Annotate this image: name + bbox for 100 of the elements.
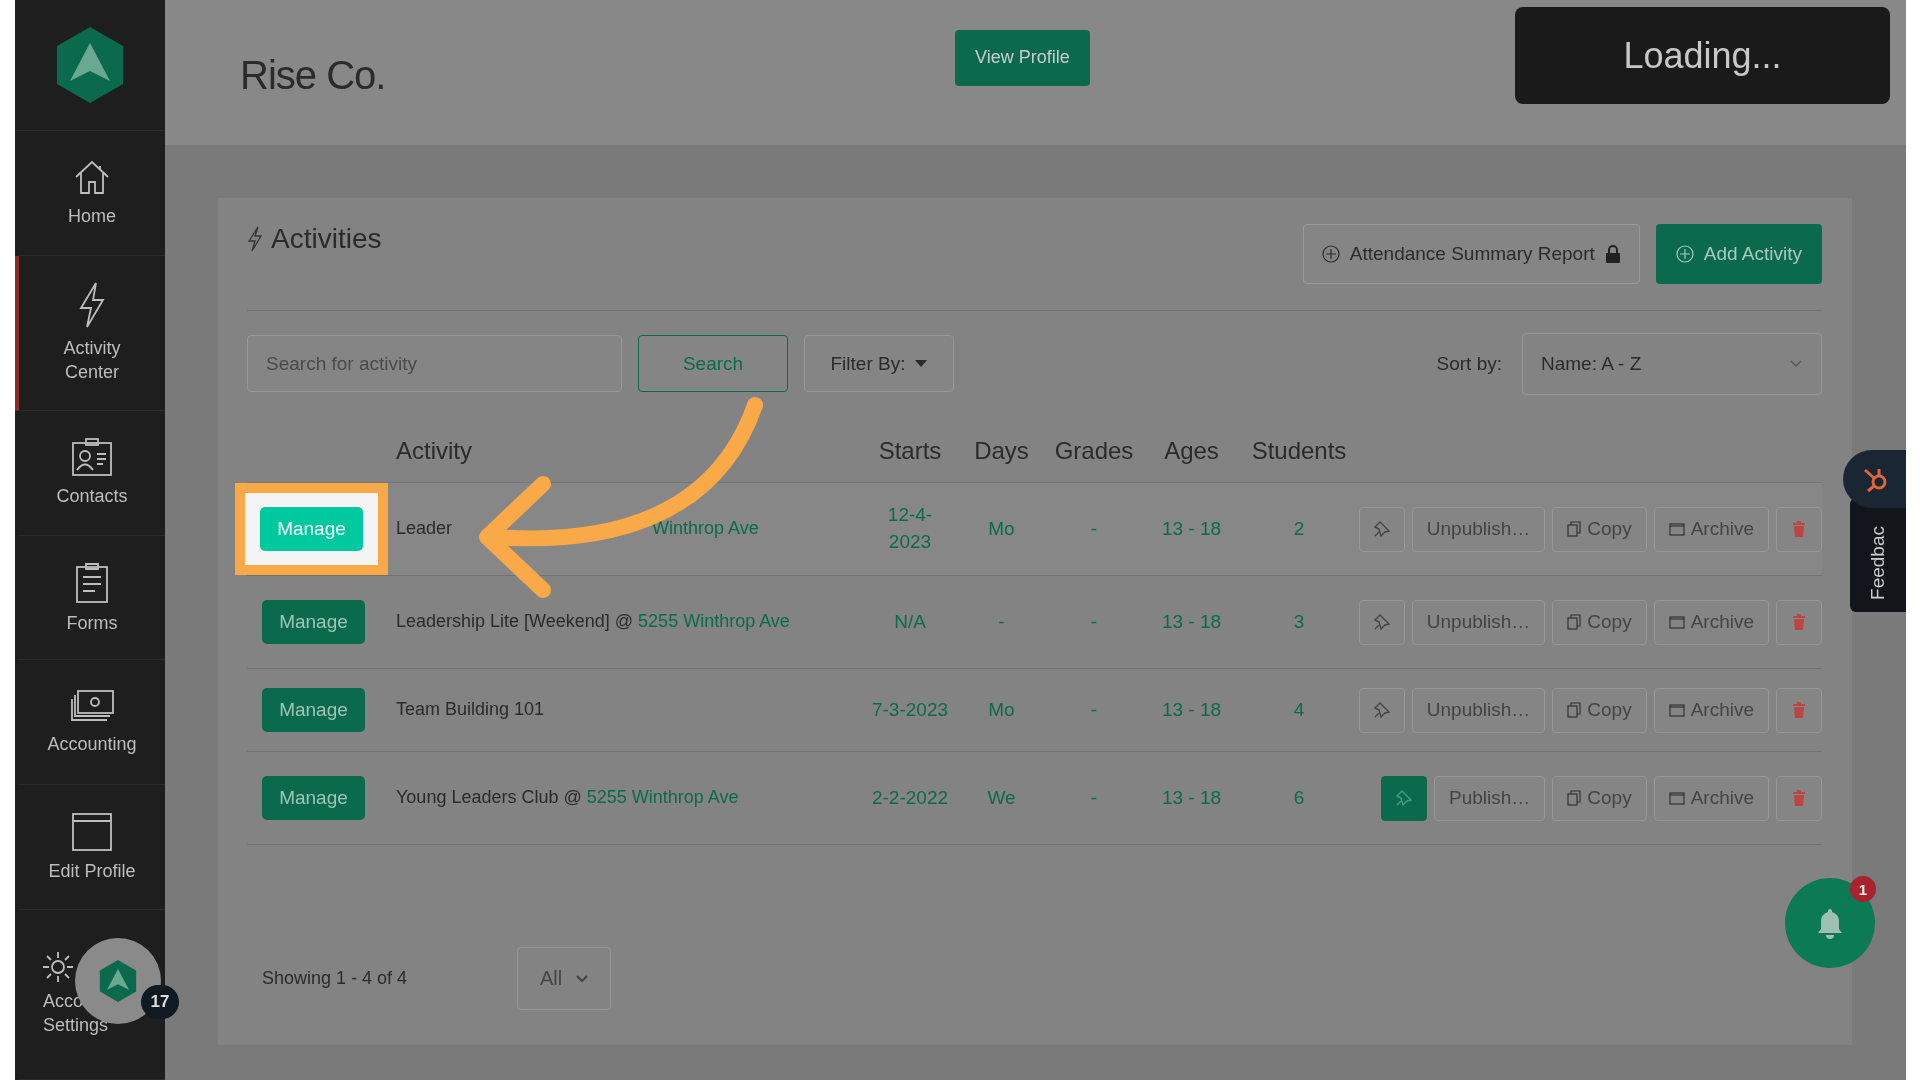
contact-card-icon <box>70 436 114 477</box>
location-link[interactable]: 5255 Winthrop Ave <box>586 787 739 808</box>
pin-button[interactable] <box>1358 687 1405 733</box>
pin-icon <box>1372 520 1391 538</box>
table-cell-text: - <box>1089 697 1099 722</box>
pin-button[interactable] <box>1380 775 1427 821</box>
pin-icon <box>1372 701 1391 719</box>
notification-badge: 1 <box>1850 876 1876 902</box>
publish-button[interactable]: Unpublish… <box>1411 506 1546 552</box>
publish-button[interactable]: Publish… <box>1433 775 1546 821</box>
filter-dropdown[interactable]: Filter By: <box>804 335 954 392</box>
table-cell-text: 2 <box>1292 516 1306 541</box>
copy-icon <box>1567 790 1582 806</box>
column-header: Students <box>1250 437 1348 465</box>
archive-button[interactable]: Archive <box>1653 506 1769 552</box>
copy-icon <box>1567 702 1582 718</box>
report-button[interactable]: Attendance Summary Report <box>1302 224 1640 284</box>
sort-dropdown[interactable]: Name: A - Z <box>1522 332 1822 395</box>
table-cell-text: 13 - 18 <box>1160 609 1223 634</box>
plus-circle-icon <box>1675 245 1694 263</box>
table-cell-text: Mo <box>987 697 1016 722</box>
folder-icon <box>1668 615 1685 629</box>
trash-icon <box>1792 702 1806 718</box>
manage-button[interactable]: Manage <box>262 600 365 644</box>
copy-button[interactable]: Copy <box>1552 599 1647 645</box>
copy-button[interactable]: Copy <box>1552 506 1647 552</box>
delete-button[interactable] <box>1776 775 1822 821</box>
company-name: Rise Co. <box>240 53 387 98</box>
sidebar-item[interactable]: Home <box>15 130 165 256</box>
table-cell-text: 2-2-2022 <box>870 785 950 810</box>
sidebar-item[interactable]: Contacts <box>15 410 165 536</box>
chat-badge: 17 <box>141 985 179 1019</box>
archive-button[interactable]: Archive <box>1653 687 1769 733</box>
sidebar-item[interactable]: Activity Center <box>15 255 165 411</box>
manage-button[interactable]: Manage <box>262 688 365 732</box>
table-cell-text: 4 <box>1292 697 1306 722</box>
activity-name: Leadership Lite [Weekend] @ 5255 Winthrop Ave <box>396 610 791 634</box>
lightning-icon <box>247 226 263 252</box>
table-cell-text: - <box>1089 516 1099 541</box>
view-profile-button[interactable]: View Profile <box>955 29 1090 86</box>
column-header: Activity <box>396 437 473 465</box>
table-cell-text: 7-3-2023 <box>870 697 950 722</box>
pagination-summary: Showing 1 - 4 of 4 <box>262 968 408 989</box>
pin-button[interactable] <box>1358 599 1405 645</box>
publish-button[interactable]: Unpublish… <box>1411 599 1546 645</box>
delete-button[interactable] <box>1776 599 1822 645</box>
pin-button[interactable] <box>1358 506 1405 552</box>
table-cell-text: 6 <box>1292 785 1306 810</box>
feedback-tab[interactable]: Feedbac <box>1850 498 1906 612</box>
table-cell-text: - <box>1089 609 1099 634</box>
manage-button[interactable]: Manage <box>262 776 365 820</box>
copy-button[interactable]: Copy <box>1552 775 1647 821</box>
chevron-icon <box>1789 359 1803 368</box>
add-activity-button[interactable]: Add Activity <box>1655 224 1822 284</box>
delete-button[interactable] <box>1776 506 1822 552</box>
table-cell-text: 13 - 18 <box>1160 516 1223 541</box>
table-cell-text: 13 - 18 <box>1160 697 1223 722</box>
folder-icon <box>1668 522 1685 536</box>
lock-icon <box>1604 245 1621 263</box>
location-link[interactable]: Winthrop Ave <box>652 518 759 539</box>
table-cell-text: 13 - 18 <box>1160 785 1223 810</box>
table-cell-text: We <box>986 785 1017 810</box>
sidebar-item[interactable]: Forms <box>15 535 165 661</box>
page-size-dropdown[interactable]: All <box>517 947 612 1010</box>
table-cell-text: 12-4-2023 <box>886 503 934 554</box>
copy-button[interactable]: Copy <box>1552 687 1647 733</box>
table-cell-text: 3 <box>1292 609 1306 634</box>
activity-name: Leader Winthrop Ave <box>396 517 760 541</box>
table-cell-text: - <box>997 609 1006 634</box>
location-link[interactable]: 5255 Winthrop Ave <box>638 611 790 632</box>
activity-name: Young Leaders Club @ 5255 Winthrop Ave <box>396 786 740 810</box>
copy-icon <box>1567 614 1582 630</box>
bell-icon <box>1815 907 1845 939</box>
column-header: Days <box>973 437 1030 465</box>
trash-icon <box>1792 790 1806 806</box>
manage-button[interactable]: Manage <box>260 507 363 551</box>
publish-button[interactable]: Unpublish… <box>1411 687 1546 733</box>
archive-button[interactable]: Archive <box>1653 775 1769 821</box>
folder-icon <box>1668 791 1685 805</box>
card-title: Activities <box>271 223 382 255</box>
table-cell-text: Mo <box>987 516 1016 541</box>
search-button[interactable]: Search <box>638 335 788 392</box>
delete-button[interactable] <box>1776 687 1822 733</box>
column-header: Starts <box>877 437 943 465</box>
loading-toast: Loading... <box>1515 7 1890 104</box>
search-field[interactable]: Search for activity <box>247 335 622 392</box>
table-cell-text: - <box>1089 785 1099 810</box>
chevron-icon <box>576 974 589 983</box>
column-header: Grades <box>1053 437 1135 465</box>
sort-label: Sort by: <box>1436 352 1502 375</box>
trash-icon <box>1792 521 1806 537</box>
trash-icon <box>1792 614 1806 630</box>
folder-icon <box>1668 703 1685 717</box>
copy-icon <box>1567 521 1582 537</box>
column-header: Ages <box>1163 437 1220 465</box>
sidebar-item[interactable]: Edit Profile <box>15 785 165 911</box>
archive-button[interactable]: Archive <box>1653 599 1769 645</box>
sidebar-item[interactable]: Accounting <box>15 660 165 786</box>
activity-name: Team Building 101 <box>396 698 546 722</box>
table-cell-text: N/A <box>893 609 927 634</box>
